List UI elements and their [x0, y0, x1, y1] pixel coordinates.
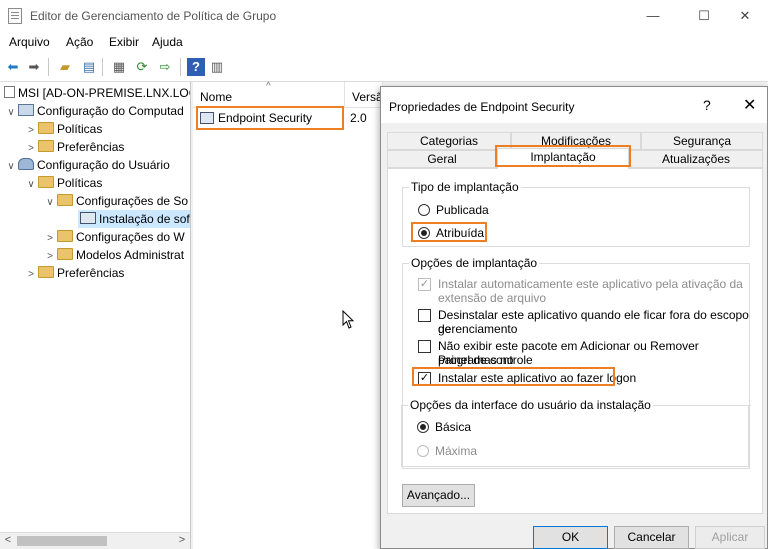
chevron-right-icon[interactable]: >: [24, 266, 38, 284]
toolbar-separator: [102, 58, 103, 76]
back-icon[interactable]: ⬅: [4, 58, 22, 76]
tab-categorias[interactable]: Categorias: [387, 132, 511, 150]
help-icon[interactable]: ?: [187, 58, 205, 76]
refresh-icon[interactable]: ⟳: [133, 58, 151, 76]
tab-geral[interactable]: Geral: [387, 150, 497, 168]
highlight-endpoint-security: [196, 106, 344, 130]
dialog-title: Propriedades de Endpoint Security: [389, 100, 575, 114]
hide-label-2: painel de controle: [438, 353, 533, 367]
deploy-options-legend: Opções de implantação: [409, 256, 540, 270]
scroll-thumb[interactable]: [17, 536, 107, 546]
user-icon: [18, 158, 34, 170]
minimize-button[interactable]: —: [630, 0, 676, 32]
window-title: Editor de Gerenciamento de Política de G…: [30, 9, 277, 23]
hide-add-remove-checkbox[interactable]: [418, 340, 431, 353]
software-install-icon: [80, 212, 96, 224]
basic-label: Básica: [435, 420, 472, 434]
properties-icon[interactable]: ▦: [110, 58, 128, 76]
folder-icon: [57, 248, 73, 260]
title-bar: Editor de Gerenciamento de Política de G…: [0, 0, 768, 32]
tree-horizontal-scrollbar[interactable]: < >: [0, 532, 190, 549]
cancel-button[interactable]: Cancelar: [614, 526, 689, 549]
tree-software-settings[interactable]: ∨ Configurações de So: [43, 192, 188, 210]
tree-admin-templates[interactable]: > Modelos Administrat: [43, 246, 184, 264]
menu-bar: Arquivo Ação Exibir Ajuda: [0, 32, 768, 52]
folder-icon: [57, 230, 73, 242]
gpo-editor-icon: [8, 8, 22, 24]
tree-cc-preferences[interactable]: > Preferências: [24, 138, 124, 156]
maximum-radio[interactable]: [417, 445, 429, 457]
show-hide-tree-icon[interactable]: ▤: [80, 58, 98, 76]
toolbar-separator: [180, 58, 181, 76]
tree-root[interactable]: MSI [AD-ON-PREMISE.LNX.LOC: [4, 84, 190, 102]
menu-acao[interactable]: Ação: [66, 35, 93, 49]
deploy-type-group: Tipo de implantação Publicada Atribuída: [402, 180, 750, 247]
published-radio[interactable]: [418, 204, 430, 216]
tree-windows-settings[interactable]: > Configurações do W: [43, 228, 185, 246]
chevron-down-icon[interactable]: ∨: [4, 158, 18, 176]
up-folder-icon[interactable]: ▰: [56, 58, 74, 76]
chevron-down-icon[interactable]: ∨: [24, 176, 38, 194]
tree-uc-preferences[interactable]: > Preferências: [24, 264, 124, 282]
tree-computer-config[interactable]: ∨ Configuração do Computad: [4, 102, 184, 120]
scroll-left-icon[interactable]: <: [1, 534, 15, 546]
apply-button[interactable]: Aplicar: [695, 526, 765, 549]
auto-install-label-2: extensão de arquivo: [438, 291, 547, 305]
uninstall-label-2: gerenciamento: [438, 322, 518, 336]
forward-icon[interactable]: ➡: [25, 58, 43, 76]
ok-button[interactable]: OK: [533, 526, 608, 549]
computer-icon: [18, 104, 34, 116]
folder-icon: [38, 140, 54, 152]
chevron-down-icon[interactable]: ∨: [4, 104, 18, 122]
sort-ascending-icon: ^: [266, 81, 271, 92]
mouse-cursor-icon: [342, 310, 355, 329]
menu-arquivo[interactable]: Arquivo: [9, 35, 50, 49]
dialog-close-button[interactable]: ✕: [743, 95, 756, 115]
folder-icon: [38, 176, 54, 188]
tab-atualizacoes[interactable]: Atualizações: [629, 150, 763, 168]
menu-exibir[interactable]: Exibir: [109, 35, 139, 49]
auto-install-label-1: Instalar automaticamente este aplicativo…: [438, 277, 743, 291]
ui-options-legend: Opções da interface do usuário da instal…: [408, 398, 653, 412]
scroll-right-icon[interactable]: >: [175, 534, 189, 546]
folder-icon: [38, 266, 54, 278]
maximize-button[interactable]: ☐: [681, 0, 727, 32]
highlight-install-at-logon: [412, 367, 615, 386]
column-header-version[interactable]: Versão: [345, 82, 383, 108]
dialog-title-bar: Propriedades de Endpoint Security ? ✕: [381, 87, 767, 123]
toolbar: ⬅ ➡ ▰ ▤ ▦ ⟳ ⇨ ? ▥: [0, 52, 768, 82]
folder-icon: [57, 194, 73, 206]
auto-install-checkbox[interactable]: ✓: [418, 278, 431, 291]
tree-uc-policies[interactable]: ∨ Políticas: [24, 174, 102, 192]
toolbar-separator: [48, 58, 49, 76]
tree-user-config[interactable]: ∨ Configuração do Usuário: [4, 156, 170, 174]
properties-dialog: Propriedades de Endpoint Security ? ✕ Ca…: [380, 86, 768, 549]
tree-cc-policies[interactable]: > Políticas: [24, 120, 102, 138]
console-tree: MSI [AD-ON-PREMISE.LNX.LOC ∨ Configuração…: [0, 82, 191, 549]
chevron-down-icon[interactable]: ∨: [43, 194, 57, 212]
uninstall-out-of-scope-checkbox[interactable]: [418, 309, 431, 322]
column-header-name[interactable]: Nome ^: [193, 81, 345, 108]
highlight-implantacao-tab: [495, 145, 631, 167]
close-button[interactable]: ✕: [722, 0, 768, 32]
highlight-assigned: [411, 222, 487, 242]
tree-software-install[interactable]: Instalação de soft: [78, 210, 190, 228]
maximum-label: Máxima: [435, 444, 478, 458]
advanced-button[interactable]: Avançado...: [402, 484, 475, 507]
help-button[interactable]: ?: [703, 97, 711, 113]
published-label: Publicada: [436, 203, 489, 217]
deploy-type-legend: Tipo de implantação: [409, 180, 521, 194]
policy-document-icon: [4, 86, 15, 98]
basic-radio[interactable]: [417, 421, 429, 433]
folder-icon: [38, 122, 54, 134]
view-icon[interactable]: ▥: [208, 58, 226, 76]
menu-ajuda[interactable]: Ajuda: [152, 35, 183, 49]
ui-options-group: Opções da interface do usuário da instal…: [401, 398, 749, 467]
export-icon[interactable]: ⇨: [156, 58, 174, 76]
tab-seguranca[interactable]: Segurança: [641, 132, 763, 150]
